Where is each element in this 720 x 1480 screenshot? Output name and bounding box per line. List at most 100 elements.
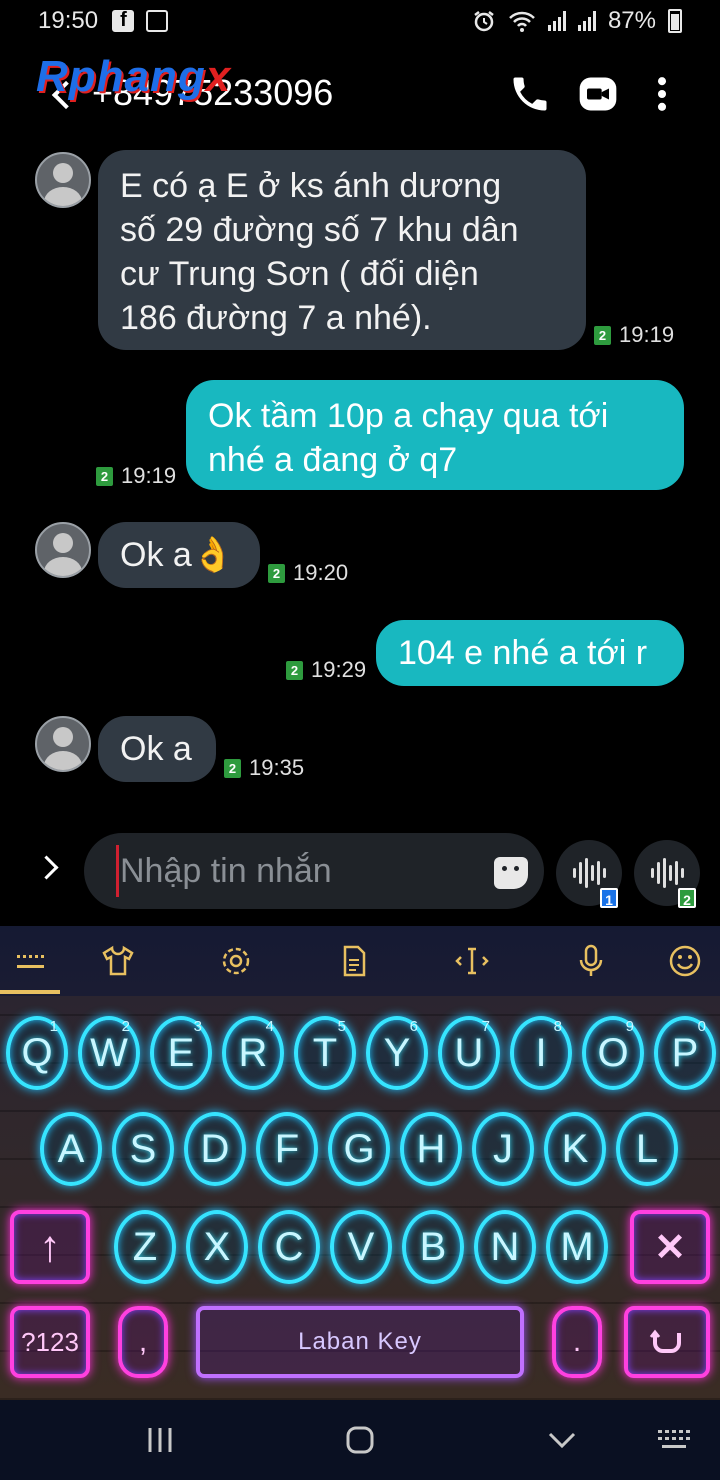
toolbar-active-indicator <box>0 990 60 994</box>
key-z[interactable]: Z <box>114 1210 176 1284</box>
message-time: 19:20 <box>293 560 349 585</box>
text-cursor-icon[interactable] <box>451 940 493 982</box>
contact-avatar[interactable] <box>35 152 91 208</box>
key-x[interactable]: X <box>186 1210 248 1284</box>
keyboard-switch-icon[interactable] <box>654 1420 694 1460</box>
key-k[interactable]: K <box>544 1112 606 1186</box>
sim-badge: 2 <box>286 660 303 680</box>
key-b[interactable]: B <box>402 1210 464 1284</box>
key-v[interactable]: V <box>330 1210 392 1284</box>
key-e[interactable]: E3 <box>150 1016 212 1090</box>
message-composer <box>84 833 544 909</box>
text-cursor <box>116 845 119 897</box>
signal-sim1-icon <box>547 11 566 31</box>
key-i[interactable]: I8 <box>510 1016 572 1090</box>
enter-key[interactable] <box>624 1306 710 1378</box>
key-w[interactable]: W2 <box>78 1016 140 1090</box>
sim-badge: 2 <box>224 758 241 778</box>
key-m[interactable]: M <box>546 1210 608 1284</box>
key-n[interactable]: N <box>474 1210 536 1284</box>
status-time: 19:50 <box>38 7 99 34</box>
message-line: Ok a <box>120 730 192 768</box>
key-c[interactable]: C <box>258 1210 320 1284</box>
message-bubble-incoming[interactable]: Ok a👌 <box>98 522 260 588</box>
key-g[interactable]: G <box>328 1112 390 1186</box>
message-bubble-incoming[interactable]: E có ạ E ở ks ánh dương số 29 đường số 7… <box>98 150 586 350</box>
message-meta: 2 19:19 <box>96 463 176 489</box>
message-line: số 29 đường số 7 khu dân <box>120 211 519 249</box>
key-u[interactable]: U7 <box>438 1016 500 1090</box>
voice-message-sim1-button[interactable]: 1 <box>556 840 622 908</box>
clipboard-note-icon[interactable] <box>333 940 375 982</box>
comma-key[interactable]: , <box>118 1306 168 1378</box>
expand-attachments-button[interactable] <box>30 848 70 888</box>
enter-icon <box>649 1329 681 1353</box>
message-bubble-outgoing[interactable]: Ok tầm 10p a chạy qua tới nhé a đang ở q… <box>186 380 684 490</box>
facebook-notification-icon <box>112 9 135 32</box>
message-line: Ok tầm 10p a chạy qua tới <box>208 397 609 435</box>
key-a[interactable]: A <box>40 1112 102 1186</box>
call-icon[interactable] <box>508 72 552 116</box>
sim-badge: 2 <box>96 466 113 486</box>
key-j[interactable]: J <box>472 1112 534 1186</box>
emoji-icon[interactable] <box>664 940 706 982</box>
voice-message-sim2-button[interactable]: 2 <box>634 840 700 908</box>
message-time: 19:19 <box>121 463 177 488</box>
message-meta: 2 19:19 <box>594 322 674 348</box>
recent-apps-icon[interactable] <box>140 1420 180 1460</box>
theme-shirt-icon[interactable] <box>97 940 139 982</box>
key-o[interactable]: O9 <box>582 1016 644 1090</box>
shift-key[interactable]: ↑ <box>10 1210 90 1284</box>
message-bubble-incoming[interactable]: Ok a <box>98 716 216 782</box>
key-r[interactable]: R4 <box>222 1016 284 1090</box>
key-t[interactable]: T5 <box>294 1016 356 1090</box>
key-h[interactable]: H <box>400 1112 462 1186</box>
key-q[interactable]: Q1 <box>6 1016 68 1090</box>
battery-icon <box>668 9 682 33</box>
key-d[interactable]: D <box>184 1112 246 1186</box>
home-icon[interactable] <box>340 1420 380 1460</box>
message-line: 104 e nhé a tới r <box>398 634 648 672</box>
settings-gear-icon[interactable] <box>215 940 257 982</box>
message-meta: 2 19:20 <box>268 560 348 586</box>
key-s[interactable]: S <box>112 1112 174 1186</box>
battery-percent: 87% <box>607 7 656 34</box>
message-bubble-outgoing[interactable]: 104 e nhé a tới r <box>376 620 684 686</box>
contact-avatar[interactable] <box>35 716 91 772</box>
video-call-icon[interactable] <box>576 72 620 116</box>
message-line: cư Trung Sơn ( đối diện <box>120 255 479 293</box>
conversation-header: +84975233096 <box>0 50 720 136</box>
keyboard: Q1 W2 E3 R4 T5 Y6 U7 I8 O9 P0 A S D F G … <box>0 926 720 1400</box>
back-button[interactable] <box>30 63 90 123</box>
message-time: 19:29 <box>311 657 367 682</box>
more-options-icon[interactable] <box>640 72 684 116</box>
key-l[interactable]: L <box>616 1112 678 1186</box>
signal-sim2-icon <box>577 11 596 31</box>
keyboard-menu-icon[interactable] <box>10 940 52 982</box>
back-nav-icon[interactable] <box>542 1420 582 1460</box>
key-f[interactable]: F <box>256 1112 318 1186</box>
navigation-bar <box>0 1400 720 1480</box>
microphone-icon[interactable] <box>570 940 612 982</box>
message-meta: 2 19:29 <box>286 657 366 683</box>
wifi-icon <box>509 11 535 32</box>
backspace-key[interactable]: ✕ <box>630 1210 710 1284</box>
message-time: 19:35 <box>249 755 305 780</box>
message-line: nhé a đang ở q7 <box>208 441 458 479</box>
key-y[interactable]: Y6 <box>366 1016 428 1090</box>
sim-badge: 2 <box>678 888 696 908</box>
key-p[interactable]: P0 <box>654 1016 716 1090</box>
sim-badge: 2 <box>594 325 611 345</box>
space-bar[interactable]: Laban Key <box>196 1306 524 1378</box>
alarm-icon <box>474 11 494 32</box>
contact-avatar[interactable] <box>35 522 91 578</box>
message-input[interactable] <box>120 843 480 899</box>
sticker-icon[interactable] <box>494 857 528 889</box>
message-line: E có ạ E ở ks ánh dương <box>120 167 502 205</box>
symbols-key[interactable]: ?123 <box>10 1306 90 1378</box>
message-line: 186 đường 7 a nhé). <box>120 299 432 337</box>
period-key[interactable]: . <box>552 1306 602 1378</box>
sim-badge: 2 <box>268 563 285 583</box>
message-meta: 2 19:35 <box>224 755 304 781</box>
sim-badge: 1 <box>600 888 618 908</box>
